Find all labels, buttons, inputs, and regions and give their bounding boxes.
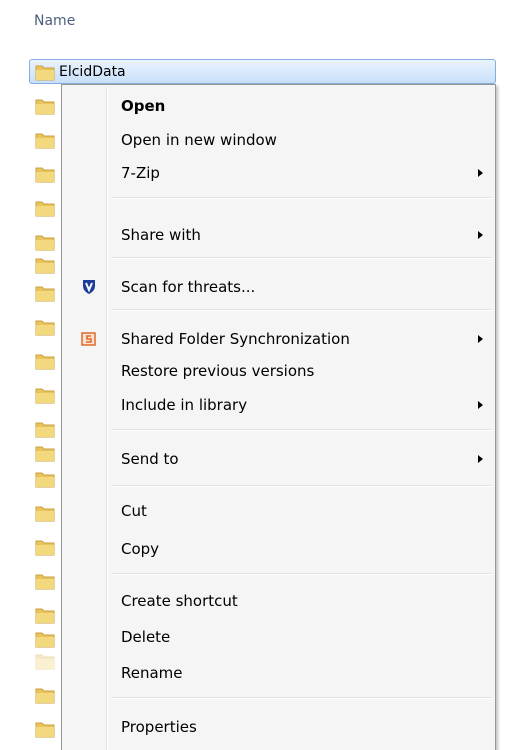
submenu-arrow-icon bbox=[478, 401, 483, 409]
folder-icon bbox=[35, 165, 55, 183]
folder-icon bbox=[35, 420, 55, 438]
menu-separator bbox=[113, 429, 492, 431]
menu-separator bbox=[113, 257, 492, 259]
folder-icon bbox=[35, 131, 55, 149]
folder-icon bbox=[35, 199, 55, 217]
folder-icon bbox=[35, 470, 55, 488]
menu-item-label: Create shortcut bbox=[121, 592, 238, 610]
folder-icon bbox=[35, 652, 55, 670]
folder-icon bbox=[35, 630, 55, 648]
menu-item-scan-threats[interactable]: Scan for threats... bbox=[64, 271, 493, 304]
folder-icon bbox=[35, 386, 55, 404]
menu-item-open[interactable]: Open bbox=[64, 90, 493, 123]
menu-item-delete[interactable]: Delete bbox=[64, 621, 493, 654]
submenu-arrow-icon bbox=[478, 455, 483, 463]
selected-folder-name[interactable]: ElcidData bbox=[59, 64, 126, 80]
menu-separator bbox=[113, 573, 492, 575]
folder-icon bbox=[35, 538, 55, 556]
folder-icon bbox=[35, 256, 55, 274]
menu-item-properties[interactable]: Properties bbox=[64, 711, 493, 744]
folder-icon bbox=[35, 606, 55, 624]
menu-item-label: Properties bbox=[121, 718, 197, 736]
folder-icon bbox=[35, 352, 55, 370]
menu-item-label: Cut bbox=[121, 502, 147, 520]
menu-item-label: Share with bbox=[121, 226, 201, 244]
menu-item-7zip[interactable]: 7-Zip bbox=[64, 157, 493, 190]
folder-icon bbox=[35, 444, 55, 462]
menu-item-share-with[interactable]: Share with bbox=[64, 219, 493, 252]
submenu-arrow-icon bbox=[478, 335, 483, 343]
folder-icon bbox=[35, 284, 55, 302]
menu-separator bbox=[113, 485, 492, 487]
menu-item-send-to[interactable]: Send to bbox=[64, 443, 493, 476]
menu-item-shared-folder-sync[interactable]: Shared Folder Synchronization bbox=[64, 323, 493, 356]
menu-item-label: Delete bbox=[121, 628, 171, 646]
menu-item-label: Scan for threats... bbox=[121, 278, 256, 296]
folder-icon bbox=[35, 318, 55, 336]
menu-item-label: Open bbox=[121, 97, 166, 115]
menu-item-open-new-window[interactable]: Open in new window bbox=[64, 124, 493, 157]
menu-item-label: Shared Folder Synchronization bbox=[121, 330, 350, 348]
folder-icon bbox=[35, 504, 55, 522]
sync-icon bbox=[81, 331, 97, 347]
menu-item-label: Open in new window bbox=[121, 131, 277, 149]
folder-icon bbox=[35, 63, 55, 81]
folder-icon bbox=[35, 686, 55, 704]
menu-item-rename[interactable]: Rename bbox=[64, 657, 493, 690]
folder-icon bbox=[35, 97, 55, 115]
menu-item-create-shortcut[interactable]: Create shortcut bbox=[64, 585, 493, 618]
menu-item-label: Copy bbox=[121, 540, 160, 558]
menu-item-include-library[interactable]: Include in library bbox=[64, 389, 493, 422]
menu-separator bbox=[113, 197, 492, 199]
submenu-arrow-icon bbox=[478, 231, 483, 239]
shield-icon bbox=[81, 279, 97, 295]
context-menu: Open Open in new window 7-Zip Share with… bbox=[61, 84, 496, 750]
menu-item-label: Include in library bbox=[121, 396, 248, 414]
submenu-arrow-icon bbox=[478, 169, 483, 177]
menu-item-label: Send to bbox=[121, 450, 179, 468]
menu-item-copy[interactable]: Copy bbox=[64, 533, 493, 566]
menu-item-label: 7-Zip bbox=[121, 164, 160, 182]
menu-separator bbox=[113, 697, 492, 699]
menu-item-label: Rename bbox=[121, 664, 183, 682]
menu-separator bbox=[113, 309, 492, 311]
menu-item-restore-versions[interactable]: Restore previous versions bbox=[64, 355, 493, 388]
folder-icon bbox=[35, 572, 55, 590]
menu-item-label: Restore previous versions bbox=[121, 362, 315, 380]
menu-item-cut[interactable]: Cut bbox=[64, 495, 493, 528]
folder-icon bbox=[35, 233, 55, 251]
folder-icon bbox=[35, 720, 55, 738]
